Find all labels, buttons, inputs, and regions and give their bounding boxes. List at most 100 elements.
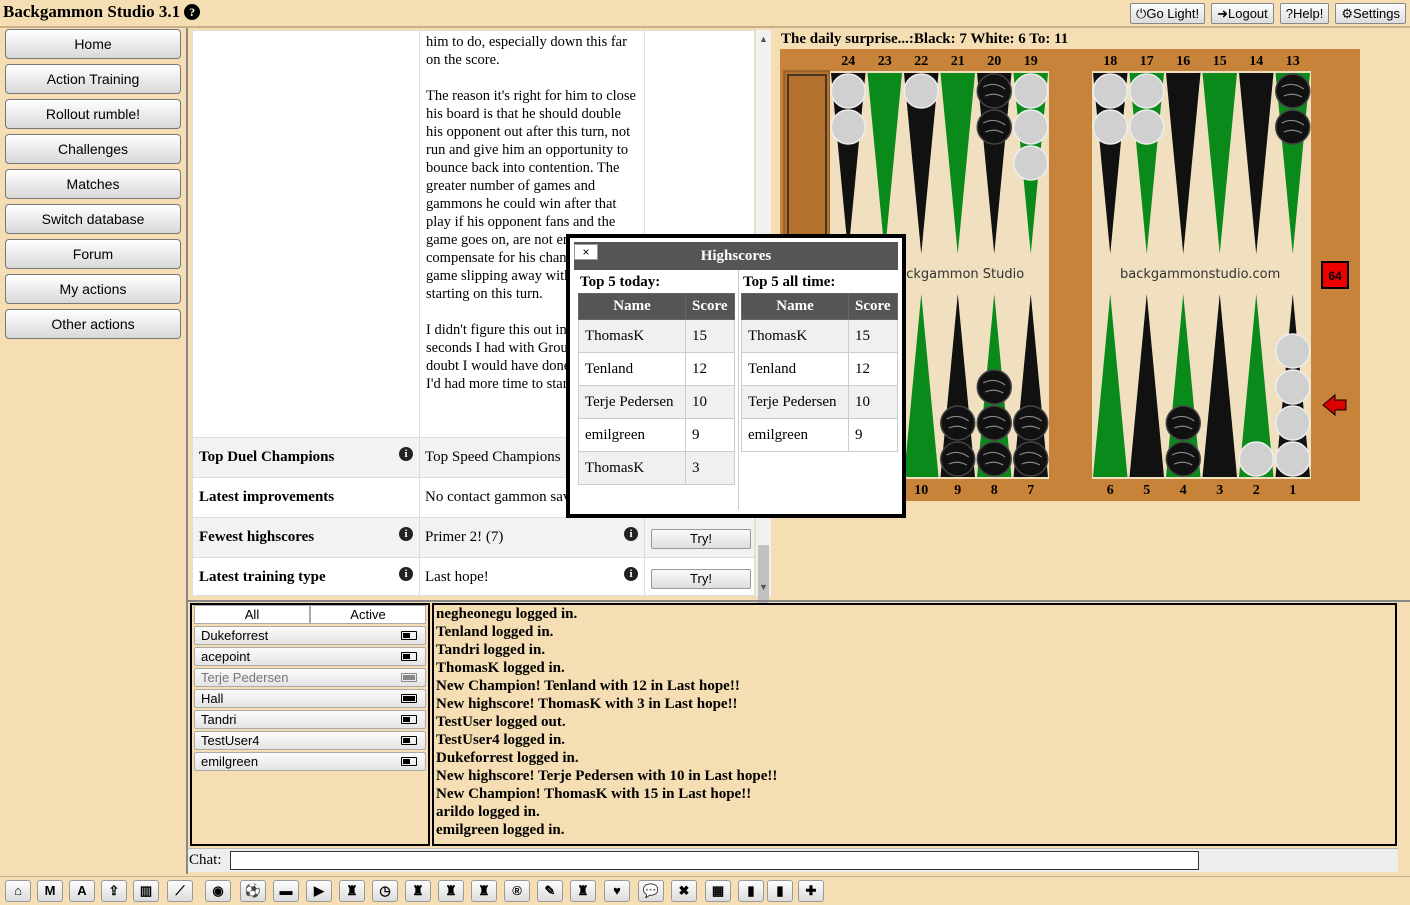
log-line: arildo logged in. (436, 804, 540, 820)
info-icon[interactable]: i (399, 527, 413, 541)
a-letter-icon[interactable]: A (69, 880, 95, 902)
bookmark-icon[interactable]: ▮ (738, 880, 764, 902)
info-icon[interactable]: i (624, 567, 638, 581)
trophy-icon[interactable]: ♜ (405, 880, 431, 902)
black-checker (1275, 109, 1311, 145)
nav-challenges[interactable]: Challenges (5, 134, 181, 164)
try-button[interactable]: Try! (651, 569, 751, 589)
point-number: 24 (841, 54, 855, 69)
nav-rollout-rumble[interactable]: Rollout rumble! (5, 99, 181, 129)
battery-icon (401, 652, 417, 661)
row-label: Fewest highscores (199, 529, 315, 545)
bar-chart-icon[interactable]: ▥ (133, 880, 159, 902)
settings-button[interactable]: ⚙Settings (1335, 3, 1406, 24)
log-line: New highscore! Terje Pedersen with 10 in… (436, 768, 778, 784)
user-list-item[interactable]: TestUser4 (194, 731, 426, 750)
nav-matches[interactable]: Matches (5, 169, 181, 199)
battery-icon (401, 757, 417, 766)
bottom-toolbar: ⌂ M A ⇪ ▥ ⟋ ◉ ⚽ ▬ ▶ ♜ ◷ ♜ ♜ ♜ ® ✎ ♜ ♥ 💬 ✖ ▦ ▮ ▮ ✚ (0, 876, 1410, 905)
log-line: New highscore! ThomasK with 3 in Last ho… (436, 696, 738, 712)
row-label: Latest training type (199, 569, 326, 585)
registered-icon[interactable]: ® (504, 880, 530, 902)
black-checker (976, 369, 1012, 405)
player-name: Terje Pedersen (578, 385, 686, 419)
point-number: 20 (987, 54, 1001, 69)
upload-icon[interactable]: ⇪ (101, 880, 127, 902)
point-number: 22 (914, 54, 928, 69)
ball-icon[interactable]: ⚽ (240, 880, 266, 902)
nav-my-actions[interactable]: My actions (5, 274, 181, 304)
bookmark-icon[interactable]: ▮ (767, 880, 793, 902)
white-checker (1092, 109, 1128, 145)
plus-icon[interactable]: ✚ (798, 880, 824, 902)
line-chart-icon[interactable]: ⟋ (167, 880, 193, 902)
point-number: 19 (1024, 54, 1038, 69)
nav-forum[interactable]: Forum (5, 239, 181, 269)
eye-icon[interactable]: ◉ (205, 880, 231, 902)
black-checker (940, 441, 976, 477)
user-list-item[interactable]: Tandri (194, 710, 426, 729)
m-letter-icon[interactable]: M (37, 880, 63, 902)
user-list-item[interactable]: Dukeforrest (194, 626, 426, 645)
home-icon[interactable]: ⌂ (5, 880, 31, 902)
board-watermark: backgammonstudio.com (1120, 267, 1280, 282)
tab-active[interactable]: Active (310, 605, 426, 624)
point-number: 3 (1216, 483, 1223, 498)
white-checker (903, 73, 939, 109)
user-list-item[interactable]: Hall (194, 689, 426, 708)
user-list-item[interactable]: acepoint (194, 647, 426, 666)
tab-all[interactable]: All (194, 605, 310, 624)
info-icon[interactable]: i (399, 567, 413, 581)
film-icon[interactable]: ▦ (705, 880, 731, 902)
comments-icon[interactable]: 💬 (638, 880, 664, 902)
close-icon[interactable]: ✖ (671, 880, 697, 902)
close-button[interactable]: × (574, 244, 598, 260)
help-circle-icon[interactable]: ? (184, 4, 201, 20)
white-checker (1238, 441, 1274, 477)
info-icon[interactable]: i (399, 447, 413, 461)
point-number: 1 (1289, 483, 1296, 498)
logout-button[interactable]: ➜Logout (1211, 3, 1274, 24)
battery-icon (401, 694, 417, 703)
user-list-item[interactable]: emilgreen (194, 752, 426, 771)
nav-home[interactable]: Home (5, 29, 181, 59)
trophy-icon[interactable]: ♜ (438, 880, 464, 902)
play-icon[interactable]: ▶ (306, 880, 332, 902)
black-checker (1013, 441, 1049, 477)
player-score: 10 (848, 385, 898, 419)
white-checker (1129, 73, 1165, 109)
help-button[interactable]: ?Help! (1279, 3, 1330, 24)
nav-action-training[interactable]: Action Training (5, 64, 181, 94)
svg-text:64: 64 (1328, 269, 1342, 283)
go-light-button[interactable]: ⏻Go Light! (1130, 3, 1206, 24)
point-number: 14 (1249, 54, 1263, 69)
player-score: 15 (848, 319, 898, 353)
trophy-icon[interactable]: ♜ (339, 880, 365, 902)
player-name: emilgreen (741, 418, 849, 452)
user-name: TestUser4 (201, 733, 260, 748)
trophy-icon[interactable]: ♜ (471, 880, 497, 902)
point-number: 7 (1027, 483, 1034, 498)
info-icon[interactable]: i (624, 527, 638, 541)
clock-icon[interactable]: ◷ (372, 880, 398, 902)
heart-icon[interactable]: ♥ (604, 880, 630, 902)
board-watermark: backgammon Studio (890, 267, 1024, 282)
white-checker (830, 73, 866, 109)
white-checker (1013, 109, 1049, 145)
user-list-item[interactable]: Terje Pedersen (194, 668, 426, 687)
nav-other-actions[interactable]: Other actions (5, 309, 181, 339)
white-checker (1275, 405, 1311, 441)
table-row: Terje Pedersen 10 (578, 385, 735, 419)
point-number: 8 (991, 483, 998, 498)
log-line: negheonegu logged in. (436, 606, 578, 622)
trophy-icon[interactable]: ♜ (570, 880, 596, 902)
archive-icon[interactable]: ▬ (273, 880, 299, 902)
point-number: 9 (954, 483, 961, 498)
try-button[interactable]: Try! (651, 529, 751, 549)
point-number: 13 (1286, 54, 1300, 69)
edit-icon[interactable]: ✎ (537, 880, 563, 902)
chat-input[interactable] (230, 851, 1199, 870)
battery-icon (401, 715, 417, 724)
black-checker (1275, 73, 1311, 109)
nav-switch-database[interactable]: Switch database (5, 204, 181, 234)
